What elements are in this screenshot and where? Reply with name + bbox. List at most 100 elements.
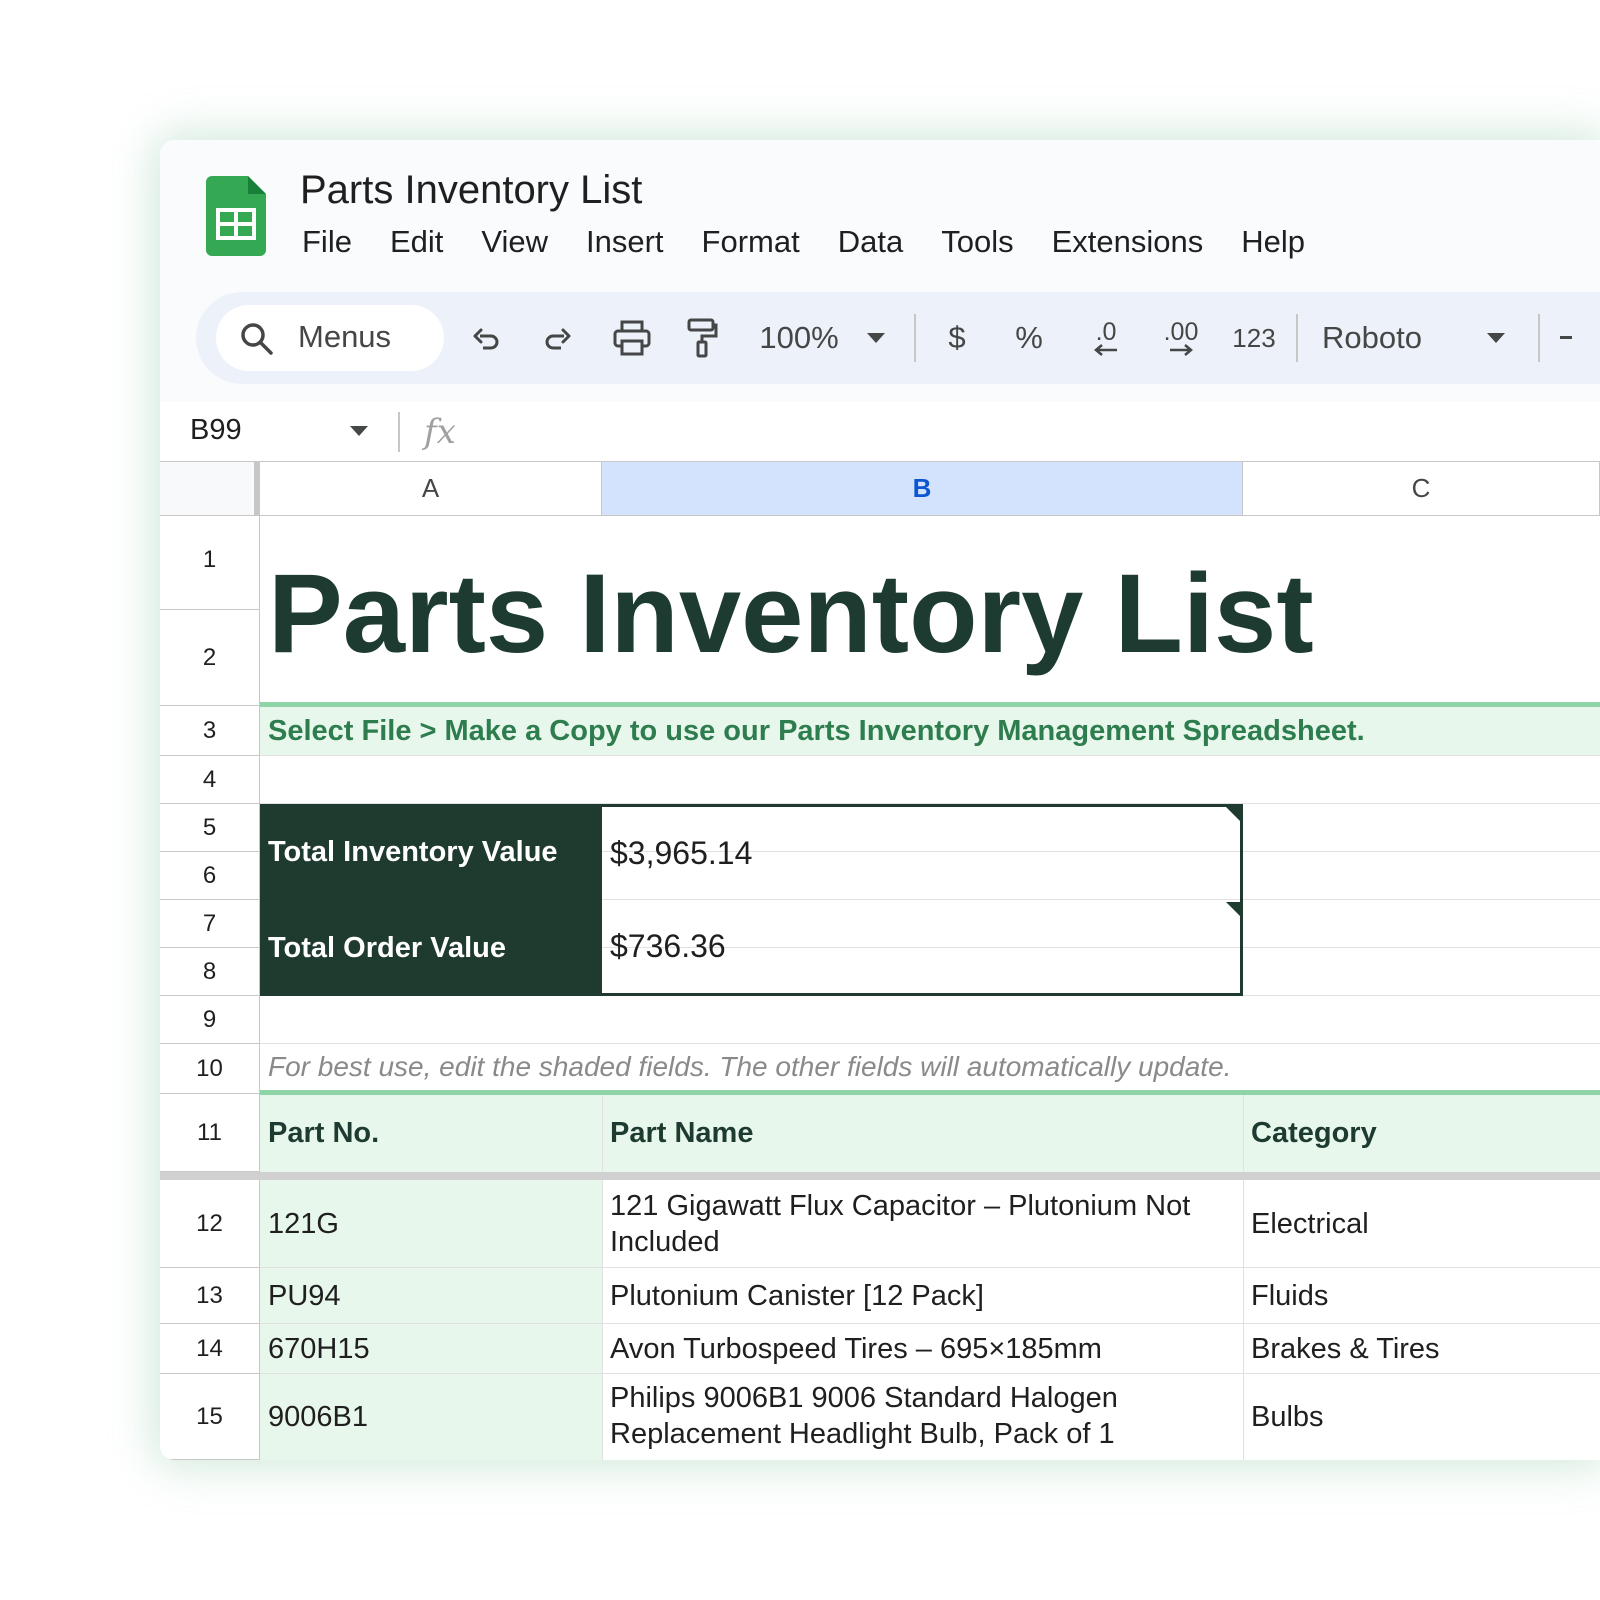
fx-icon: fx	[424, 412, 456, 452]
column-header-c[interactable]: C	[1243, 462, 1600, 516]
undo-button[interactable]	[458, 292, 514, 384]
cell-part-name[interactable]: Plutonium Canister [12 Pack]	[610, 1268, 1230, 1324]
printer-icon	[613, 320, 651, 356]
menu-format[interactable]: Format	[702, 224, 800, 260]
total-order-value[interactable]: $736.36	[602, 900, 1240, 993]
row-header-10[interactable]: 10	[160, 1044, 260, 1094]
cell-category[interactable]: Electrical	[1251, 1180, 1591, 1268]
toolbar: Menus 100% $ % .0 .00 123 Roboto	[196, 292, 1600, 384]
frozen-rows-divider[interactable]	[160, 1172, 1600, 1180]
row-header-12[interactable]: 12	[160, 1180, 260, 1268]
search-menus-label: Menus	[298, 319, 392, 354]
menu-view[interactable]: View	[481, 224, 548, 260]
row-header-2[interactable]: 2	[160, 610, 260, 706]
paint-format-button[interactable]	[674, 292, 730, 384]
row-header-8[interactable]: 8	[160, 948, 260, 996]
row-header-6[interactable]: 6	[160, 852, 260, 900]
header-category[interactable]: Category	[1251, 1094, 1377, 1172]
note-text[interactable]: For best use, edit the shaded fields. Th…	[268, 1044, 1231, 1090]
row-header-4[interactable]: 4	[160, 756, 260, 804]
search-icon	[241, 323, 273, 355]
percent-symbol: %	[1015, 320, 1043, 355]
sheet-grid: A B C 1 2 3 4 5 6 7 8 9 10 11 12 13 14 1…	[160, 462, 1600, 1460]
total-inventory-value[interactable]: $3,965.14	[602, 807, 1240, 900]
increase-decimal-label: .00	[1163, 318, 1199, 346]
note-indicator-icon[interactable]	[1226, 902, 1240, 916]
select-all-corner[interactable]	[160, 462, 260, 516]
menu-edit[interactable]: Edit	[390, 224, 443, 260]
toolbar-separator	[914, 314, 916, 362]
row-header-3[interactable]: 3	[160, 706, 260, 756]
arrow-left-icon	[1094, 344, 1117, 356]
search-menus-button[interactable]: Menus	[216, 305, 444, 371]
table-topline	[260, 1090, 1600, 1095]
font-dropdown-icon[interactable]	[1476, 292, 1516, 384]
column-header-b[interactable]: B	[602, 462, 1243, 516]
formula-divider	[398, 412, 400, 452]
menu-help[interactable]: Help	[1241, 224, 1305, 260]
menu-tools[interactable]: Tools	[941, 224, 1013, 260]
menu-bar: File Edit View Insert Format Data Tools …	[302, 224, 1343, 260]
app-chrome: Parts Inventory List File Edit View Inse…	[160, 140, 1600, 402]
toolbar-separator	[1538, 314, 1540, 362]
formula-bar: B99 fx	[160, 402, 1600, 462]
sheets-logo-icon[interactable]	[206, 176, 266, 256]
total-inventory-label[interactable]: Total Inventory Value	[260, 804, 602, 900]
cell-category[interactable]: Bulbs	[1251, 1374, 1591, 1460]
menu-data[interactable]: Data	[838, 224, 903, 260]
cell-part-name[interactable]: Philips 9006B1 9006 Standard Halogen Rep…	[610, 1380, 1230, 1460]
note-indicator-icon[interactable]	[1226, 807, 1240, 821]
menu-file[interactable]: File	[302, 224, 352, 260]
sheet-title[interactable]: Parts Inventory List	[268, 522, 1314, 704]
row-header-7[interactable]: 7	[160, 900, 260, 948]
decrease-decimal-button[interactable]: .0	[1074, 292, 1138, 384]
increase-decimal-button[interactable]: .00	[1148, 292, 1214, 384]
instruction-text[interactable]: Select File > Make a Copy to use our Par…	[268, 706, 1365, 756]
header-part-name[interactable]: Part Name	[610, 1094, 753, 1172]
zoom-select[interactable]: 100%	[744, 292, 854, 384]
sheets-window: Parts Inventory List File Edit View Inse…	[160, 140, 1600, 1460]
redo-icon	[545, 328, 571, 350]
cell-category[interactable]: Fluids	[1251, 1268, 1591, 1324]
row-header-15[interactable]: 15	[160, 1374, 260, 1460]
header-part-no[interactable]: Part No.	[268, 1094, 379, 1172]
undo-icon	[473, 328, 499, 350]
name-box-dropdown-icon[interactable]	[350, 426, 368, 436]
more-formats-label: 123	[1232, 322, 1276, 353]
cell-part-name[interactable]: 121 Gigawatt Flux Capacitor – Plutonium …	[610, 1180, 1230, 1268]
paint-format-icon	[687, 318, 718, 358]
decrease-decimal-label: .0	[1095, 318, 1117, 346]
zoom-dropdown-icon[interactable]	[856, 292, 896, 384]
row-header-9[interactable]: 9	[160, 996, 260, 1044]
currency-symbol: $	[948, 320, 966, 355]
zoom-value: 100%	[759, 320, 839, 355]
table-header-fill	[260, 1094, 1600, 1172]
redo-button[interactable]	[530, 292, 586, 384]
font-select[interactable]: Roboto	[1322, 292, 1462, 384]
toolbar-separator	[1296, 314, 1298, 362]
row-header-5[interactable]: 5	[160, 804, 260, 852]
cell-part-name[interactable]: Avon Turbospeed Tires – 695×185mm	[610, 1324, 1230, 1374]
column-header-a[interactable]: A	[260, 462, 602, 516]
percent-format-button[interactable]: %	[1004, 292, 1054, 384]
cell-part-no[interactable]: PU94	[268, 1268, 594, 1324]
row-header-11[interactable]: 11	[160, 1094, 260, 1172]
font-value: Roboto	[1322, 320, 1422, 355]
row-header-14[interactable]: 14	[160, 1324, 260, 1374]
font-size-decrease-icon[interactable]	[1556, 292, 1576, 384]
row-header-13[interactable]: 13	[160, 1268, 260, 1324]
cell-part-no[interactable]: 670H15	[268, 1324, 594, 1374]
menu-extensions[interactable]: Extensions	[1052, 224, 1204, 260]
cell-part-no[interactable]: 121G	[268, 1180, 594, 1268]
total-order-label[interactable]: Total Order Value	[260, 900, 602, 996]
cell-category[interactable]: Brakes & Tires	[1251, 1324, 1591, 1374]
print-button[interactable]	[602, 292, 662, 384]
currency-format-button[interactable]: $	[932, 292, 982, 384]
document-title[interactable]: Parts Inventory List	[300, 168, 642, 213]
name-box[interactable]: B99	[190, 414, 242, 447]
more-formats-button[interactable]: 123	[1222, 292, 1286, 384]
cell-part-no[interactable]: 9006B1	[268, 1374, 594, 1460]
row-header-1[interactable]: 1	[160, 516, 260, 610]
menu-insert[interactable]: Insert	[586, 224, 664, 260]
arrow-right-icon	[1170, 344, 1193, 356]
